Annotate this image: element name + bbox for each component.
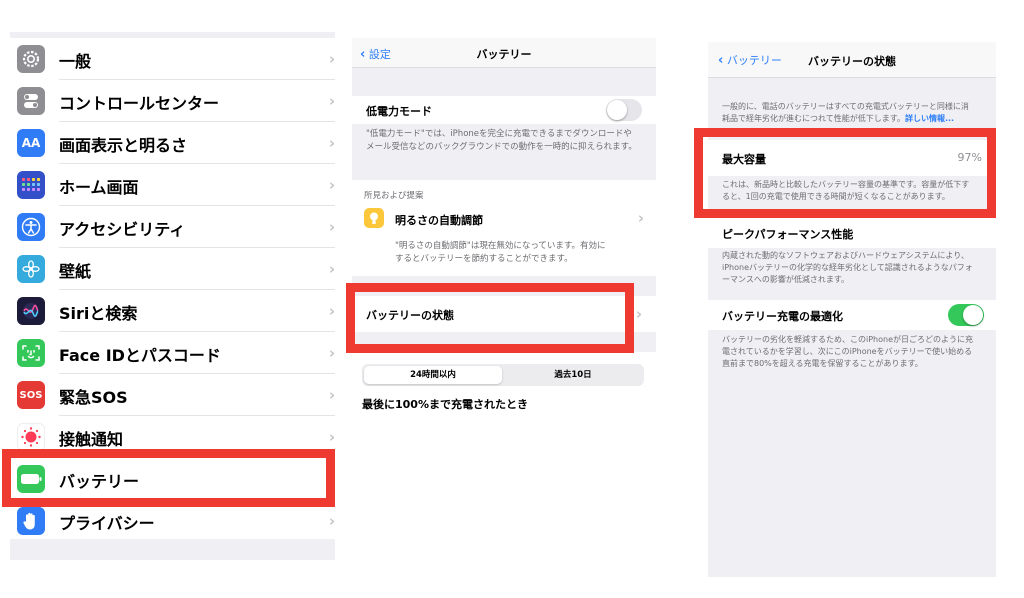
chevron-right-icon: › [328,512,335,530]
chevron-right-icon: › [328,302,335,320]
chevron-right-icon: › [328,428,335,446]
nav-bar: ‹ バッテリー バッテリーの状態 [708,42,996,78]
face-id-icon [17,339,45,367]
settings-item-emergency-sos[interactable]: SOS 緊急SOS › [10,374,335,416]
desc-line: 一般的に、電話のバッテリーはすべての充電式バッテリーと同様に消 [722,102,969,111]
back-label: バッテリー [726,54,782,67]
desc-line: "明るさの自動調節"は現在無効になっています。有効に [395,241,606,251]
settings-item-label: ホーム画面 [59,178,139,197]
usage-section: 24時間以内 過去10日 最後に100%まで充電されたとき [352,352,656,458]
settings-item-label: 緊急SOS [59,388,128,407]
desc-line: バッテリーの劣化を軽減するため、このiPhoneが日ごろどのように充 [722,335,974,344]
settings-item-face-id[interactable]: Face IDとパスコード › [10,332,335,374]
learn-more-link[interactable]: 詳しい情報... [905,114,954,123]
peak-performance-row: ピークパフォーマンス性能 [708,218,996,248]
accessibility-icon [17,213,45,241]
hand-icon [17,507,45,535]
desc-line: するとバッテリーを節約することができます。 [395,254,573,264]
back-button[interactable]: ‹ バッテリー [718,52,782,68]
chevron-right-icon: › [328,50,335,68]
low-power-row: 低電力モード [352,96,656,124]
suggestions-header: 所見および提案 [364,191,424,201]
lightbulb-icon [364,208,384,228]
settings-item-label: アクセシビリティ [59,220,186,239]
page-title: バッテリー [476,48,532,61]
settings-item-siri[interactable]: Siriと検索 › [10,290,335,332]
chevron-right-icon: › [328,92,335,110]
battery-health-panel: ‹ バッテリー バッテリーの状態 一般的に、電話のバッテリーはすべての充電式バッ… [708,42,996,577]
peak-performance-description: 内蔵された動的なソフトウェアおよびハードウェアシステムにより、 iPhoneバッ… [722,250,973,286]
home-grid-icon [17,171,45,199]
chevron-right-icon: › [328,260,335,278]
settings-item-label: コントロールセンター [59,94,220,113]
segment-24h[interactable]: 24時間以内 [364,366,502,384]
settings-item-label: Face IDとパスコード [59,346,221,365]
page-title: バッテリーの状態 [808,55,896,68]
desc-line: 電されているかを学習し、次にこのiPhoneをバッテリーで使い始める [722,347,973,356]
settings-item-label: 画面表示と明るさ [59,136,188,155]
desc-line: 直前まで80%を超える充電を保留することがあります。 [722,359,923,368]
settings-item-label: プライバシー [59,514,155,533]
chevron-right-icon: › [328,344,335,362]
chevron-right-icon: › [635,305,642,323]
low-power-description: "低電力モード"では、iPhoneを完全に充電できるまでダウンロードや メール受… [366,128,637,154]
gear-icon [17,45,45,73]
desc-line: メール受信などのバックグラウンドでの動作を一時的に抑えられます。 [366,142,637,152]
settings-item-control-center[interactable]: コントロールセンター › [10,80,335,122]
settings-item-accessibility[interactable]: アクセシビリティ › [10,206,335,248]
toggle-knob [607,100,627,120]
intro-text: 一般的に、電話のバッテリーはすべての充電式バッテリーと同様に消 耗品で経年劣化が… [722,101,969,125]
auto-brightness-description: "明るさの自動調節"は現在無効になっています。有効に するとバッテリーを節約する… [395,240,606,266]
optimized-charging-description: バッテリーの劣化を軽減するため、このiPhoneが日ごろどのように充 電されてい… [722,334,973,370]
suggestions-section: 所見および提案 明るさの自動調節 › "明るさの自動調節"は現在無効になっていま… [352,180,656,276]
desc-line: ーマンスへの影響が低減されます。 [722,275,850,284]
segment-10d[interactable]: 過去10日 [504,366,642,384]
low-power-label: 低電力モード [366,105,432,118]
siri-icon [17,297,45,325]
time-range-segmented-control: 24時間以内 過去10日 [362,364,644,386]
switches-icon [17,87,45,115]
max-capacity-highlight-box [694,128,996,218]
chevron-right-icon: › [328,176,335,194]
desc-line: "低電力モード"では、iPhoneを完全に充電できるまでダウンロードや [366,129,632,139]
chevron-left-icon: ‹ [718,53,724,68]
settings-item-general[interactable]: 一般 › [10,38,335,80]
low-power-toggle[interactable] [606,99,642,121]
toggle-knob [963,305,983,325]
auto-brightness-row[interactable]: 明るさの自動調節 › [352,204,656,234]
exposure-icon [17,423,45,451]
settings-item-home-screen[interactable]: ホーム画面 › [10,164,335,206]
chevron-right-icon: › [328,218,335,236]
desc-line: 内蔵された動的なソフトウェアおよびハードウェアシステムにより、 [722,251,969,260]
sos-icon: SOS [17,381,45,409]
optimized-charging-label: バッテリー充電の最適化 [722,310,843,323]
peak-performance-label: ピークパフォーマンス性能 [722,228,854,241]
last-charged-label: 最後に100%まで充電されたとき [362,398,528,411]
battery-panel: ‹ 設定 バッテリー 低電力モード "低電力モード"では、iPhoneを完全に充… [352,38,656,458]
auto-brightness-label: 明るさの自動調節 [395,214,483,227]
optimized-charging-row: バッテリー充電の最適化 [708,300,996,330]
desc-line: iPhoneバッテリーの化学的な経年劣化として認識されるようなパフォ [722,263,973,272]
chevron-right-icon: › [328,134,335,152]
battery-health-highlight-box [346,283,634,353]
settings-item-label: 壁紙 [59,262,92,281]
settings-item-label: 一般 [59,52,92,71]
settings-item-wallpaper[interactable]: 壁紙 › [10,248,335,290]
chevron-right-icon: › [637,209,644,227]
nav-bar: ‹ 設定 バッテリー [352,38,656,68]
settings-item-label: Siriと検索 [59,304,138,323]
desc-line: 耗品で経年劣化が進むにつれて性能が低下します。 [722,114,905,123]
optimized-charging-toggle[interactable] [948,304,984,326]
text-size-icon: AA [17,129,45,157]
battery-highlight-box [2,449,335,507]
chevron-right-icon: › [328,386,335,404]
settings-item-display[interactable]: AA 画面表示と明るさ › [10,122,335,164]
flower-icon [17,255,45,283]
settings-item-label: 接触通知 [59,430,124,449]
